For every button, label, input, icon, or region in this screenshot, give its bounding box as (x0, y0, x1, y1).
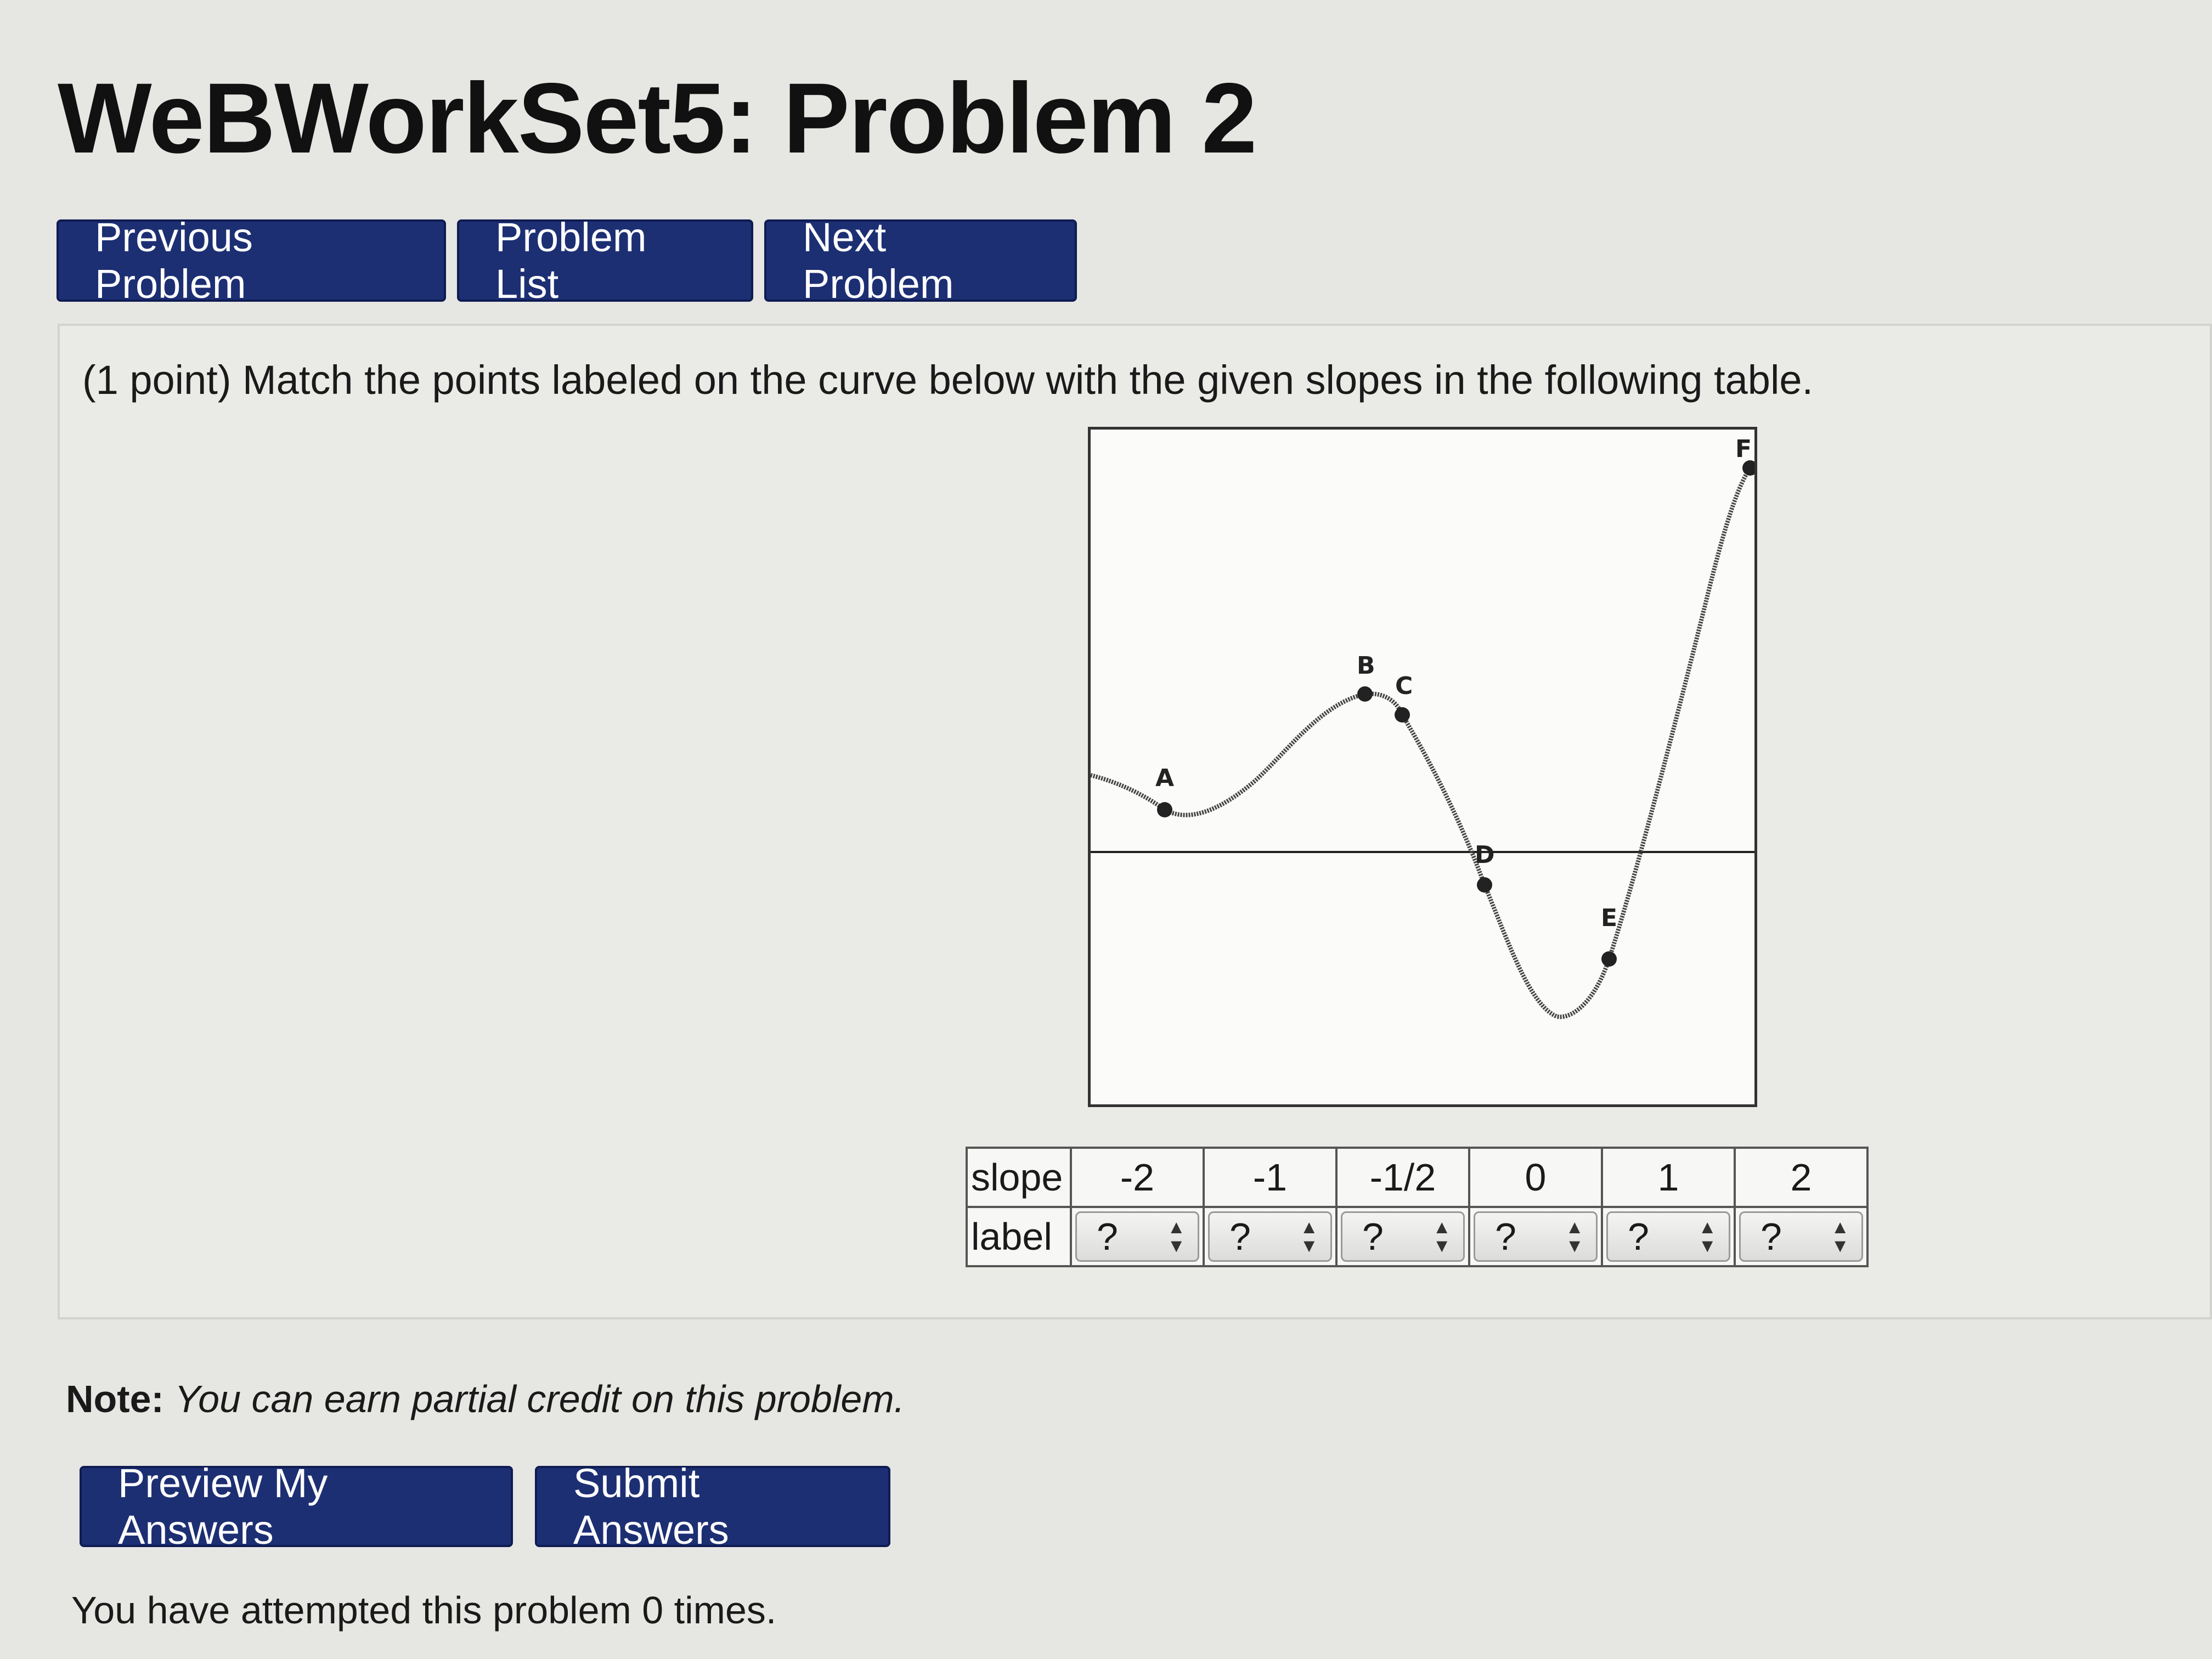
label-select-value: ? (1229, 1215, 1251, 1258)
slope-value: -1/2 (1335, 1147, 1470, 1208)
label-select-value: ? (1628, 1215, 1649, 1258)
slope-value: 2 (1734, 1147, 1869, 1208)
point-a-marker (1157, 802, 1172, 817)
label-select[interactable]: ? ▲ ▼ (1606, 1211, 1730, 1262)
curve-graph-svg: A B C D E F (1091, 435, 1754, 1019)
label-select-value: ? (1495, 1215, 1516, 1258)
label-cell: ? ▲ ▼ (1601, 1206, 1736, 1267)
label-cell: ? ▲ ▼ (1335, 1206, 1470, 1267)
next-problem-button[interactable]: Next Problem (764, 215, 1077, 307)
label-row: label ? ▲ ▼ ? ▲ ▼ ? ▲ ▼ ? ▲ ▼ ? ▲ ▼ ? ▲ … (966, 1206, 1869, 1267)
select-updown-icon: ▲ ▼ (1432, 1217, 1451, 1256)
point-c-label: C (1395, 672, 1413, 700)
label-select-value: ? (1097, 1215, 1118, 1258)
label-header: label (966, 1206, 1072, 1267)
point-d-label: D (1475, 841, 1495, 869)
slope-value: -2 (1070, 1147, 1205, 1208)
label-cell: ? ▲ ▼ (1468, 1206, 1603, 1267)
select-updown-icon: ▲ ▼ (1167, 1217, 1186, 1256)
point-c-marker (1395, 707, 1410, 723)
preview-answers-button[interactable]: Preview My Answers (80, 1460, 513, 1553)
problem-list-button[interactable]: Problem List (457, 215, 753, 307)
point-e-marker (1601, 951, 1617, 967)
label-select[interactable]: ? ▲ ▼ (1341, 1211, 1465, 1262)
webwork-problem-page: WeBWorkSet5: Problem 2 Previous Problem … (0, 0, 2212, 1659)
label-select-value: ? (1760, 1215, 1782, 1258)
curve-line (1091, 466, 1752, 1019)
select-updown-icon: ▲ ▼ (1565, 1217, 1584, 1256)
point-b-label: B (1357, 652, 1375, 680)
slope-label-table: slope -2 -1 -1/2 0 1 2 label ? ▲▼ ? ▲▼ (966, 1147, 1869, 1267)
slope-row: slope -2 -1 -1/2 0 1 2 (966, 1147, 1869, 1208)
attempts-status: You have attempted this problem 0 times. (71, 1589, 777, 1632)
note-label: Note: (66, 1378, 164, 1420)
label-select[interactable]: ? ▲ ▼ (1075, 1211, 1199, 1262)
label-select[interactable]: ? ▲ ▼ (1739, 1211, 1863, 1262)
note-text: You can earn partial credit on this prob… (174, 1378, 905, 1420)
label-cell: ? ▲ ▼ (1734, 1206, 1869, 1267)
label-cell: ? ▲ ▼ (1070, 1206, 1205, 1267)
label-select[interactable]: ? ▲ ▼ (1474, 1211, 1598, 1262)
point-b-marker (1357, 686, 1373, 702)
select-updown-icon: ▲ ▼ (1831, 1217, 1849, 1256)
label-select[interactable]: ? ▲ ▼ (1208, 1211, 1332, 1262)
point-e-label: E (1601, 904, 1617, 932)
answer-actions: Preview My Answers Submit Answers (80, 1460, 890, 1553)
submit-answers-button[interactable]: Submit Answers (535, 1460, 890, 1553)
label-cell: ? ▲ ▼ (1203, 1206, 1338, 1267)
problem-statement: (1 point) Match the points labeled on th… (82, 357, 1814, 403)
curve-graph: A B C D E F (1088, 427, 1757, 1107)
previous-problem-button[interactable]: Previous Problem (57, 215, 446, 307)
select-updown-icon: ▲ ▼ (1300, 1217, 1318, 1256)
slope-value: 0 (1468, 1147, 1603, 1208)
label-select-value: ? (1362, 1215, 1384, 1258)
point-d-marker (1477, 877, 1492, 893)
page-title: WeBWorkSet5: Problem 2 (58, 62, 1257, 174)
point-a-label: A (1155, 764, 1174, 792)
problem-navigation: Previous Problem Problem List Next Probl… (57, 215, 1077, 307)
point-f-label: F (1735, 435, 1752, 463)
slope-value: -1 (1203, 1147, 1338, 1208)
slope-value: 1 (1601, 1147, 1736, 1208)
select-updown-icon: ▲ ▼ (1698, 1217, 1717, 1256)
partial-credit-note: Note: You can earn partial credit on thi… (66, 1377, 905, 1421)
slope-header: slope (966, 1147, 1072, 1208)
